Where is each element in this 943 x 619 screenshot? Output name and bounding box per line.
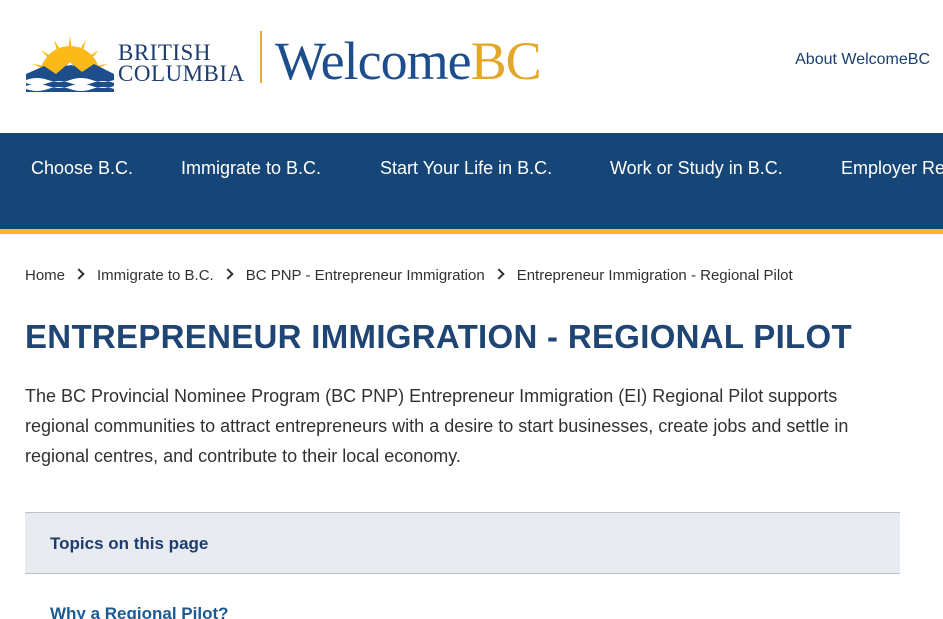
- nav-item-immigrate[interactable]: Immigrate to B.C.: [181, 158, 321, 179]
- nav-accent-stripe: [0, 229, 943, 234]
- welcomebc-logo-bc: BC: [470, 31, 542, 91]
- breadcrumb-immigrate[interactable]: Immigrate to B.C.: [97, 267, 214, 284]
- breadcrumb-bc-pnp-entrepreneur[interactable]: BC PNP - Entrepreneur Immigration: [246, 267, 485, 284]
- bc-government-logo-icon[interactable]: [24, 30, 116, 92]
- breadcrumb: Home Immigrate to B.C. BC PNP - Entreprene…: [25, 266, 793, 284]
- chevron-right-icon: [73, 268, 85, 280]
- logo-divider: [260, 31, 262, 83]
- site-header: BRITISH COLUMBIA WelcomeBC About Welcome…: [0, 0, 943, 133]
- welcomebc-logo[interactable]: WelcomeBC: [275, 31, 542, 91]
- welcomebc-logo-welcome: Welcome: [275, 31, 472, 91]
- topics-heading: Topics on this page: [50, 534, 209, 553]
- intro-paragraph: The BC Provincial Nominee Program (BC PN…: [25, 386, 849, 466]
- nav-item-employer-resources[interactable]: Employer Re: [841, 158, 943, 179]
- main-nav: Choose B.C. Immigrate to B.C. Start Your…: [0, 133, 943, 229]
- nav-item-work-or-study[interactable]: Work or Study in B.C.: [610, 158, 783, 179]
- bc-wordmark-line2: COLUMBIA: [118, 61, 245, 86]
- topic-link-why-regional-pilot[interactable]: Why a Regional Pilot?: [50, 604, 229, 619]
- topics-panel: Topics on this page: [25, 512, 900, 574]
- nav-item-choose-bc[interactable]: Choose B.C.: [31, 158, 133, 179]
- page-title: ENTREPRENEUR IMMIGRATION - REGIONAL PILO…: [25, 318, 852, 355]
- bc-wordmark: BRITISH COLUMBIA: [118, 40, 245, 86]
- chevron-right-icon: [222, 268, 234, 280]
- breadcrumb-current: Entrepreneur Immigration - Regional Pilo…: [516, 266, 793, 284]
- nav-item-start-your-life[interactable]: Start Your Life in B.C.: [380, 158, 552, 179]
- bc-wordmark-line1: BRITISH: [118, 40, 211, 65]
- about-welcomebc-link[interactable]: About WelcomeBC: [795, 51, 930, 69]
- breadcrumb-home[interactable]: Home: [25, 267, 65, 284]
- chevron-right-icon: [493, 268, 505, 280]
